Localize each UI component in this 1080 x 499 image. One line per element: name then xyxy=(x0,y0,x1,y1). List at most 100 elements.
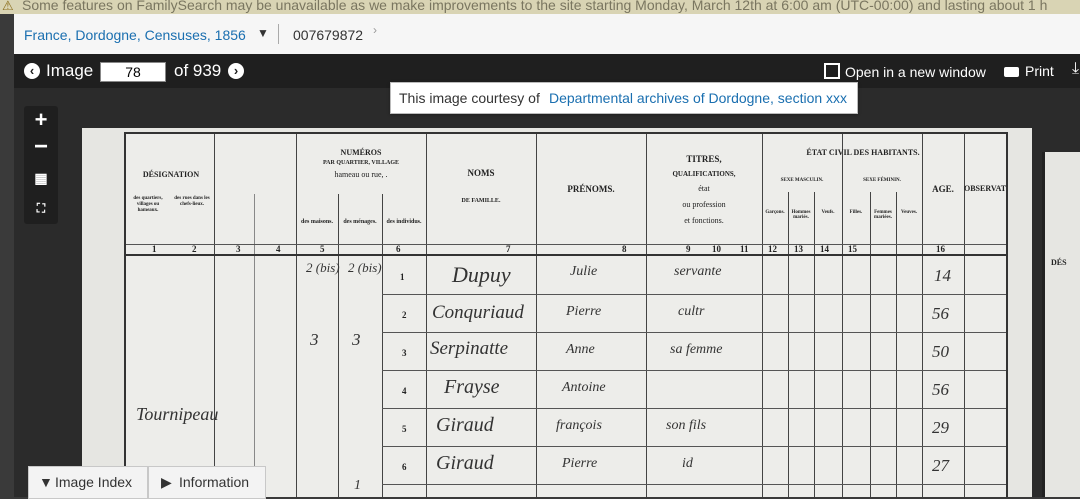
chevron-right-icon: ▶ xyxy=(161,474,172,490)
header-des-maisons: des maisons. xyxy=(300,219,333,225)
title: son fils xyxy=(666,418,707,433)
family-name: Giraud xyxy=(436,452,494,474)
title: servante xyxy=(674,264,722,279)
open-new-window-button[interactable]: Open in a new window xyxy=(824,63,986,80)
film-number: 007679872 xyxy=(293,27,364,43)
family-name: Dupuy xyxy=(452,262,511,287)
header-numeros-sub1: PAR QUARTIER, VILLAGE xyxy=(322,160,400,166)
right-page-header: DÉS xyxy=(1051,258,1067,267)
individual-number: 1 xyxy=(400,272,405,282)
header-hommes-maries: Hommes mariés. xyxy=(791,210,811,220)
zoom-out-button[interactable]: − xyxy=(24,134,58,162)
chevron-down-icon: ▼ xyxy=(39,474,53,490)
individual-number: 4 xyxy=(402,386,407,396)
print-label: Print xyxy=(1025,63,1054,79)
breadcrumb: France, Dordogne, Censuses, 1856 ▼ 00767… xyxy=(14,14,1080,55)
header-etat-civil: ÉTAT CIVIL DES HABITANTS. xyxy=(806,148,920,157)
header-titres-sub2: état xyxy=(698,184,710,193)
printer-icon xyxy=(1004,67,1019,77)
image-index-label: Image Index xyxy=(55,474,133,490)
header-sexe-masculin: SEXE MASCULIN. xyxy=(780,178,824,183)
image-label: Image xyxy=(46,61,94,80)
previous-image-button[interactable]: ‹ xyxy=(24,63,40,79)
header-numeros-sub2: hameau ou rue, . xyxy=(334,170,388,179)
first-name: Antoine xyxy=(562,380,606,395)
chevron-right-icon: › xyxy=(373,23,377,37)
column-number: 10 xyxy=(712,244,721,254)
header-titres-sub1: QUALIFICATIONS, xyxy=(672,170,736,178)
print-button[interactable]: Print xyxy=(1004,63,1054,79)
column-number: 15 xyxy=(848,244,857,254)
image-number-input[interactable] xyxy=(100,62,166,82)
first-name: Pierre xyxy=(566,304,602,319)
header-des-quartiers: des quartiers, villages ou hameaux. xyxy=(133,196,163,213)
title: sa femme xyxy=(670,342,723,357)
header-garcons: Garçons. xyxy=(765,210,785,215)
courtesy-prefix: This image courtesy of xyxy=(399,90,540,106)
column-number: 14 xyxy=(820,244,829,254)
header-noms: NOMS xyxy=(467,168,495,178)
header-titres: TITRES, xyxy=(686,154,722,164)
column-number: 2 xyxy=(192,244,197,254)
header-designation: DÉSIGNATION xyxy=(142,170,200,179)
individual-number: 6 xyxy=(402,462,407,472)
first-name: Julie xyxy=(570,264,598,279)
individual-number: 5 xyxy=(402,424,407,434)
age: 29 xyxy=(932,418,949,437)
collection-link[interactable]: France, Dordogne, Censuses, 1856 xyxy=(24,27,246,43)
grid-view-icon[interactable]: ▦ xyxy=(24,164,58,192)
fullscreen-icon[interactable]: ⛶ xyxy=(24,194,58,222)
header-observations: OBSERVATIONS. xyxy=(964,184,1006,193)
header-titres-sub4: et fonctions. xyxy=(684,216,724,225)
zoom-in-button[interactable]: + xyxy=(24,106,58,134)
download-icon[interactable]: ⤓ xyxy=(1072,60,1079,78)
first-name: françois xyxy=(556,418,602,433)
header-prenoms: PRÉNOMS. xyxy=(567,184,615,194)
column-number: 1 xyxy=(152,244,157,254)
column-number: 3 xyxy=(236,244,241,254)
maison-number: 3 xyxy=(310,330,319,349)
next-image-button[interactable]: › xyxy=(228,63,244,79)
column-number: 9 xyxy=(686,244,691,254)
image-viewer[interactable]: DÉS DÉSIGNATION NUMÉROS PAR QUARTIER, VI… xyxy=(14,88,1080,497)
first-name: Pierre xyxy=(562,456,598,471)
village-name: Tournipeau xyxy=(136,404,219,424)
image-index-button[interactable]: ▼ Image Index xyxy=(28,466,148,499)
information-label: Information xyxy=(179,474,250,490)
first-name: Anne xyxy=(566,342,595,357)
menage-number: 3 xyxy=(352,330,361,349)
header-sexe-feminin: SEXE FÉMININ. xyxy=(863,178,901,183)
maintenance-banner: ⚠ Some features on FamilySearch may be u… xyxy=(0,0,1080,14)
menage-number: 1 xyxy=(354,478,361,493)
header-des-individus: des individus. xyxy=(386,219,422,225)
census-page: DÉSIGNATION NUMÉROS PAR QUARTIER, VILLAG… xyxy=(124,132,1008,497)
archives-link[interactable]: Departmental archives of Dordogne, secti… xyxy=(549,90,847,106)
column-number: 4 xyxy=(276,244,281,254)
family-name: Frayse xyxy=(444,376,500,398)
age: 56 xyxy=(932,304,949,323)
header-des-rues: des rues dans les chefs-lieux. xyxy=(174,196,210,207)
maison-number: 2 (bis) xyxy=(306,260,340,275)
information-button[interactable]: ▶ Information xyxy=(148,466,266,499)
individual-number: 3 xyxy=(402,348,407,358)
column-number: 6 xyxy=(396,244,401,254)
zoom-controls: + − ▦ ⛶ xyxy=(24,106,58,224)
image-count-label: of 939 xyxy=(174,61,222,80)
header-age: AGE. xyxy=(932,184,954,194)
image-courtesy-tooltip: This image courtesy of Departmental arch… xyxy=(390,82,858,114)
family-name: Giraud xyxy=(436,414,494,436)
column-number: 13 xyxy=(794,244,803,254)
age: 56 xyxy=(932,380,949,399)
menage-number: 2 (bis) xyxy=(348,260,382,275)
header-filles: Filles. xyxy=(849,210,863,215)
column-number: 7 xyxy=(506,244,511,254)
age: 27 xyxy=(932,456,949,475)
warning-icon: ⚠ xyxy=(2,0,14,13)
chevron-down-icon[interactable]: ▼ xyxy=(257,26,269,40)
header-titres-sub3: ou profession xyxy=(682,200,726,209)
individual-number: 2 xyxy=(402,310,407,320)
title: cultr xyxy=(678,304,705,319)
right-page: DÉS xyxy=(1042,152,1080,497)
family-name: Conquriaud xyxy=(432,302,524,323)
column-number: 8 xyxy=(622,244,627,254)
